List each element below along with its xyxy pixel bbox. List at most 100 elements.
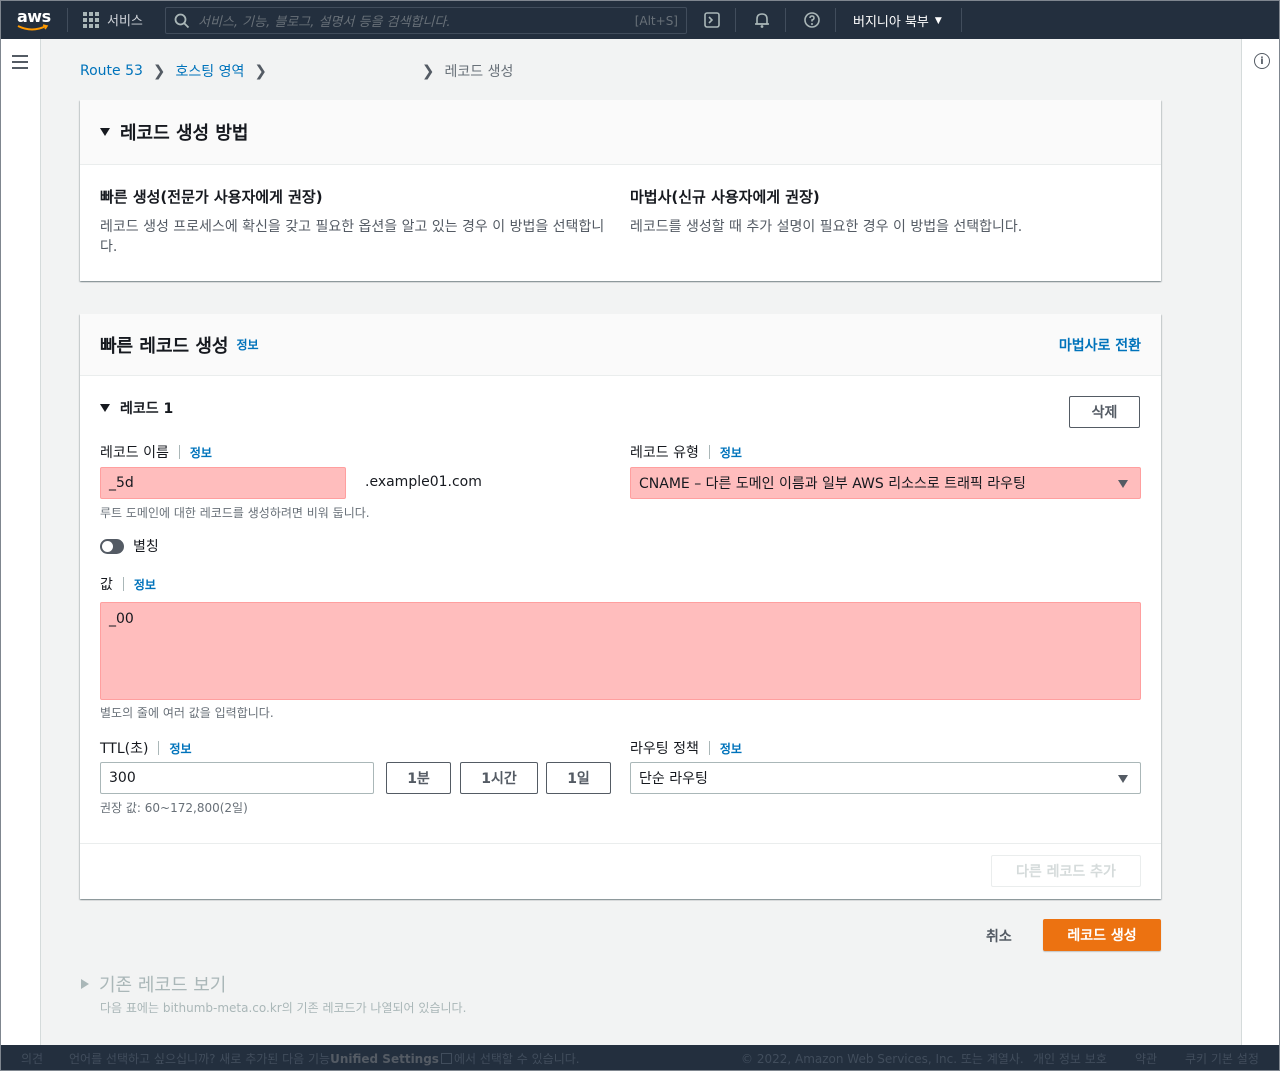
cloudshell-icon[interactable] xyxy=(703,11,721,29)
caret-right-icon xyxy=(81,979,89,989)
breadcrumb-hosted-zones[interactable]: 호스팅 영역 xyxy=(175,61,244,81)
feedback-link[interactable]: 의견 xyxy=(21,1050,43,1067)
region-selector[interactable]: 버지니아 북부 ▼ xyxy=(853,11,942,30)
routing-policy-label: 라우팅 정책 정보 xyxy=(630,738,742,758)
caret-down-icon xyxy=(100,128,110,136)
ttl-label: TTL(초) 정보 xyxy=(100,738,192,758)
ttl-hint: 권장 값: 60~172,800(2일) xyxy=(100,801,248,815)
ttl-label-text: TTL(초) xyxy=(100,741,149,757)
main-content: Route 53 ❯ 호스팅 영역 ❯ ❯ 레코드 생성 레코드 생성 방법 빠… xyxy=(41,39,1241,1045)
left-rail xyxy=(1,39,41,1045)
ttl-1m-button[interactable]: 1분 xyxy=(386,762,451,794)
alias-label: 별칭 xyxy=(133,539,159,555)
language-notice-tail: 에서 선택할 수 있습니다. xyxy=(453,1052,580,1066)
search-shortcut: [Alt+S] xyxy=(634,13,678,28)
nav-divider xyxy=(785,8,786,32)
region-label: 버지니아 북부 xyxy=(853,15,929,30)
quick-record-panel: 빠른 레코드 생성 정보 마법사로 전환 레코드 1 삭제 레코드 이름 정보 … xyxy=(80,314,1161,899)
label-divider xyxy=(158,741,160,755)
record-name-label-text: 레코드 이름 xyxy=(100,445,169,461)
aws-logo[interactable]: aws xyxy=(15,6,55,34)
wizard-title: 마법사(신규 사용자에게 권장) xyxy=(630,188,820,206)
search-input[interactable]: 서비스, 기능, 블로그, 설명서 등을 검색합니다. xyxy=(198,11,635,30)
terms-link[interactable]: 약관 xyxy=(1135,1050,1157,1067)
info-link[interactable]: 정보 xyxy=(720,740,742,757)
nav-divider xyxy=(961,8,962,32)
existing-records-desc: 다음 표에는 bithumb-meta.co.kr의 기존 레코드가 나열되어 … xyxy=(100,1001,467,1015)
value-textarea[interactable]: _00 xyxy=(100,602,1141,700)
creation-method-header[interactable]: 레코드 생성 방법 xyxy=(80,100,1161,165)
record-name-input[interactable]: _5d xyxy=(100,467,346,499)
value-hint: 별도의 줄에 여러 값을 입력합니다. xyxy=(100,706,274,720)
copyright: © 2022, Amazon Web Services, Inc. 또는 계열사… xyxy=(741,1052,1024,1066)
nav-divider xyxy=(835,8,836,32)
search-bar[interactable]: 서비스, 기능, 블로그, 설명서 등을 검색합니다. [Alt+S] xyxy=(165,7,687,34)
create-record-button[interactable]: 레코드 생성 xyxy=(1043,919,1161,951)
existing-records-title: 기존 레코드 보기 xyxy=(99,975,227,996)
right-rail: i xyxy=(1241,39,1279,1045)
chevron-right-icon: ❯ xyxy=(152,62,166,80)
wizard-option: 마법사(신규 사용자에게 권장) 레코드를 생성할 때 추가 설명이 필요한 경… xyxy=(630,186,1140,237)
quick-create-option: 빠른 생성(전문가 사용자에게 권장) 레코드 생성 프로세스에 확신을 갖고 … xyxy=(100,186,610,257)
services-label: 서비스 xyxy=(107,14,143,29)
record-name-label: 레코드 이름 정보 xyxy=(100,442,212,462)
switch-to-wizard-link[interactable]: 마법사로 전환 xyxy=(1059,335,1141,355)
caret-down-icon xyxy=(1118,480,1128,488)
ttl-1h-button[interactable]: 1시간 xyxy=(460,762,538,794)
label-divider xyxy=(178,445,180,459)
record-section-toggle[interactable]: 레코드 1 xyxy=(100,398,173,418)
label-divider xyxy=(122,577,124,591)
domain-suffix: .example01.com xyxy=(365,474,482,490)
info-link[interactable]: 정보 xyxy=(169,740,191,757)
breadcrumb-route53[interactable]: Route 53 xyxy=(80,63,143,79)
delete-button[interactable]: 삭제 xyxy=(1069,396,1140,428)
creation-method-panel: 레코드 생성 방법 빠른 생성(전문가 사용자에게 권장) 레코드 생성 프로세… xyxy=(80,100,1161,281)
bell-icon[interactable] xyxy=(753,11,771,29)
record-type-label-text: 레코드 유형 xyxy=(630,445,699,461)
add-record-button[interactable]: 다른 레코드 추가 xyxy=(991,855,1141,887)
unified-settings-link[interactable]: Unified Settings xyxy=(330,1052,439,1066)
aws-smile-icon xyxy=(17,24,49,31)
label-divider xyxy=(708,741,710,755)
caret-down-icon xyxy=(1118,775,1128,783)
info-panel-icon[interactable]: i xyxy=(1254,53,1270,69)
info-link[interactable]: 정보 xyxy=(134,576,156,593)
record-section-title: 레코드 1 xyxy=(120,401,174,417)
language-notice: 언어를 선택하고 싶으십니까? 새로 추가된 다음 기능Unified Sett… xyxy=(69,1050,580,1067)
value-label: 값 정보 xyxy=(100,574,156,594)
alias-toggle[interactable] xyxy=(100,539,124,554)
chevron-right-icon: ❯ xyxy=(254,62,267,80)
help-icon[interactable] xyxy=(803,11,821,29)
record-type-value: CNAME – 다른 도메인 이름과 일부 AWS 리소스로 트래픽 라우팅 xyxy=(639,476,1026,492)
info-link[interactable]: 정보 xyxy=(190,444,212,461)
caret-down-icon xyxy=(100,404,110,412)
record-type-select[interactable]: CNAME – 다른 도메인 이름과 일부 AWS 리소스로 트래픽 라우팅 xyxy=(630,467,1141,499)
ttl-1d-button[interactable]: 1일 xyxy=(546,762,611,794)
menu-icon[interactable] xyxy=(12,55,28,73)
breadcrumb: Route 53 ❯ 호스팅 영역 ❯ ❯ 레코드 생성 xyxy=(80,61,513,81)
privacy-link[interactable]: 개인 정보 보호 xyxy=(1033,1050,1107,1067)
label-divider xyxy=(708,445,710,459)
quick-record-header: 빠른 레코드 생성 정보 마법사로 전환 xyxy=(80,314,1161,376)
existing-records-toggle[interactable]: 기존 레코드 보기 xyxy=(81,971,226,997)
ttl-input[interactable]: 300 xyxy=(100,762,374,794)
cookie-preferences-link[interactable]: 쿠키 기본 설정 xyxy=(1185,1050,1259,1067)
wizard-desc: 레코드를 생성할 때 추가 설명이 필요한 경우 이 방법을 선택합니다. xyxy=(630,219,1023,235)
info-link[interactable]: 정보 xyxy=(236,336,258,353)
quick-create-title: 빠른 생성(전문가 사용자에게 권장) xyxy=(100,188,323,206)
language-notice-text: 언어를 선택하고 싶으십니까? 새로 추가된 다음 기능 xyxy=(69,1052,331,1066)
search-icon xyxy=(174,13,190,28)
routing-policy-value: 단순 라우팅 xyxy=(639,771,708,787)
routing-policy-select[interactable]: 단순 라우팅 xyxy=(630,762,1141,794)
breadcrumb-current: 레코드 생성 xyxy=(444,64,514,80)
caret-down-icon: ▼ xyxy=(934,15,942,26)
creation-method-title: 레코드 생성 방법 xyxy=(120,123,249,144)
record-name-hint: 루트 도메인에 대한 레코드를 생성하려면 비워 둡니다. xyxy=(100,506,370,520)
grid-icon xyxy=(83,11,99,28)
cancel-button[interactable]: 취소 xyxy=(986,926,1012,946)
services-menu[interactable]: 서비스 xyxy=(83,10,143,29)
chevron-right-icon: ❯ xyxy=(421,62,435,80)
footer: 의견 언어를 선택하고 싶으십니까? 새로 추가된 다음 기능Unified S… xyxy=(1,1045,1279,1070)
info-link[interactable]: 정보 xyxy=(720,444,742,461)
quick-create-desc: 레코드 생성 프로세스에 확신을 갖고 필요한 옵션을 알고 있는 경우 이 방… xyxy=(100,219,605,255)
